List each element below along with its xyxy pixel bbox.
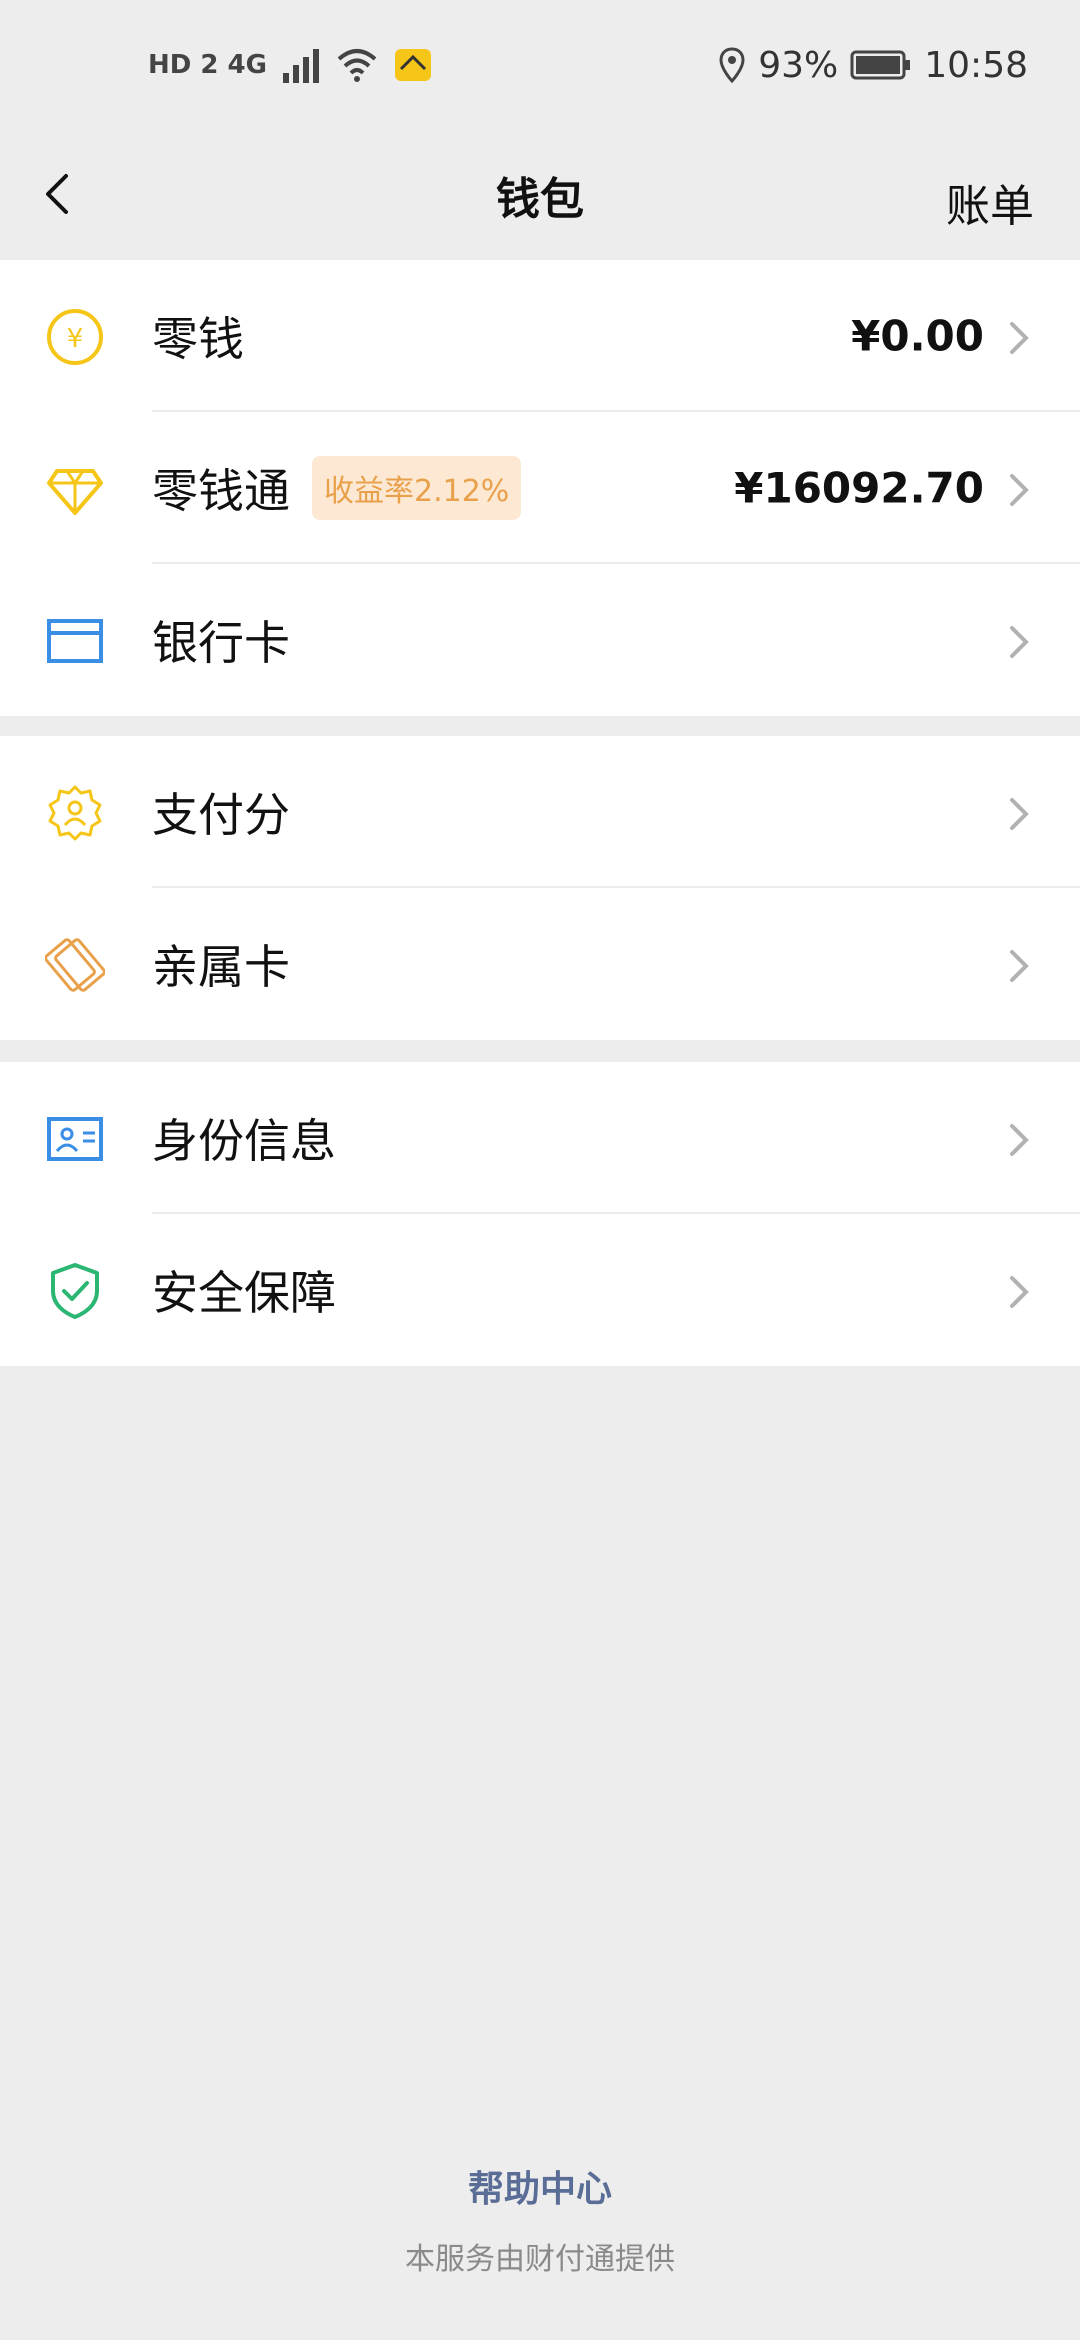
row-label: 亲属卡 — [152, 940, 290, 994]
page-title: 钱包 — [496, 174, 584, 225]
pay-score-icon — [44, 782, 106, 844]
svg-text:¥: ¥ — [67, 324, 84, 354]
row-security[interactable]: 安全保障 — [0, 1214, 1080, 1366]
security-group: 身份信息 安全保障 — [0, 1062, 1080, 1366]
credit-group: 支付分 亲属卡 — [0, 736, 1080, 1040]
signal-icon — [282, 49, 319, 83]
location-icon — [719, 47, 745, 83]
provider-note: 本服务由财付通提供 — [405, 2242, 675, 2277]
chevron-right-icon — [1010, 950, 1029, 982]
battery-percent: 93% — [758, 44, 839, 86]
wifi-icon — [337, 49, 377, 82]
network-indicator: HD 2 4G — [148, 50, 267, 80]
row-lingqiantong[interactable]: 零钱通 收益率2.12% ¥16092.70 — [0, 412, 1080, 564]
row-family-card[interactable]: 亲属卡 — [0, 888, 1080, 1040]
balance-amount: ¥16092.70 — [734, 463, 984, 513]
battery-icon — [850, 50, 911, 80]
row-change[interactable]: ¥ 零钱 ¥0.00 — [0, 260, 1080, 412]
chevron-right-icon — [1010, 474, 1029, 506]
row-identity-info[interactable]: 身份信息 — [0, 1062, 1080, 1214]
help-center-link[interactable]: 帮助中心 — [0, 2160, 1080, 2212]
row-label: 银行卡 — [152, 616, 290, 670]
id-card-icon — [44, 1108, 106, 1170]
bill-link[interactable]: 账单 — [946, 170, 1034, 234]
row-label: 零钱 — [152, 312, 244, 366]
nav-bar: 钱包 账单 — [0, 130, 1080, 260]
wallet-balance-group: ¥ 零钱 ¥0.00 零钱通 收益率2.12% ¥16092.70 银行卡 — [0, 260, 1080, 716]
back-arrow-icon[interactable] — [30, 164, 90, 224]
balance-amount: ¥0.00 — [851, 311, 984, 361]
chevron-right-icon — [1010, 1276, 1029, 1308]
row-pay-score[interactable]: 支付分 — [0, 736, 1080, 888]
shield-check-icon — [44, 1260, 106, 1322]
family-card-icon — [44, 934, 106, 996]
bank-card-icon — [44, 610, 106, 672]
status-right: 93% 10:58 — [718, 45, 1028, 86]
chevron-right-icon — [1010, 798, 1029, 830]
chevron-right-icon — [1010, 626, 1029, 658]
diamond-icon — [44, 458, 106, 520]
chevron-right-icon — [1010, 1124, 1029, 1156]
row-bank-card[interactable]: 银行卡 — [0, 564, 1080, 716]
row-label: 零钱通 — [152, 464, 290, 518]
yield-rate-badge: 收益率2.12% — [312, 456, 522, 520]
clock: 10:58 — [924, 44, 1028, 86]
app-notification-icon — [394, 49, 431, 81]
yen-coin-icon: ¥ — [44, 306, 106, 368]
status-bar: HD 2 4G 93% 10:58 — [0, 0, 1080, 130]
row-label: 身份信息 — [152, 1114, 336, 1168]
row-label: 安全保障 — [152, 1266, 336, 1320]
status-left: HD 2 4G — [148, 45, 433, 85]
row-label: 支付分 — [152, 788, 290, 842]
chevron-right-icon — [1010, 322, 1029, 354]
